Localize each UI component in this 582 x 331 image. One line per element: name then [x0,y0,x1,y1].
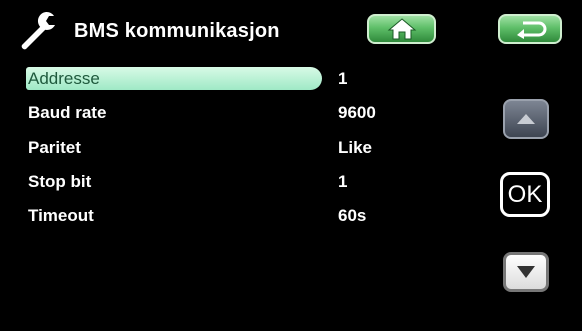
setting-value: 9600 [338,103,376,122]
header-bar: BMS kommunikasjon [0,0,582,62]
setting-value: 60s [338,206,367,225]
return-arrow-icon [517,21,547,39]
setting-row-paritet[interactable]: Paritet Like [26,136,446,162]
back-button[interactable] [498,14,562,44]
down-arrow-icon [517,266,535,278]
setting-label: Paritet [28,138,81,157]
setting-value: 1 [338,69,348,88]
scroll-down-button[interactable] [503,252,549,292]
ok-button[interactable]: OK [500,172,550,217]
up-arrow-icon [517,114,535,124]
wrench-icon [16,8,60,52]
home-button[interactable] [367,14,436,44]
setting-row-stop-bit[interactable]: Stop bit 1 [26,170,446,196]
ok-label: OK [507,181,543,208]
scroll-up-button[interactable] [503,99,549,139]
setting-label: Stop bit [28,172,92,191]
setting-value: 1 [338,172,348,191]
setting-value: Like [338,138,373,157]
setting-row-timeout[interactable]: Timeout 60s [26,204,446,230]
screen: BMS kommunikasjon Addresse 1 Baud rate 9… [0,0,582,331]
setting-row-addresse[interactable]: Addresse 1 [26,67,446,93]
setting-row-baud-rate[interactable]: Baud rate 9600 [26,101,446,127]
page-title: BMS kommunikasjon [74,20,280,42]
setting-label: Baud rate [28,103,107,122]
setting-label: Addresse [28,69,100,88]
setting-label: Timeout [28,206,94,225]
home-icon [387,18,416,40]
